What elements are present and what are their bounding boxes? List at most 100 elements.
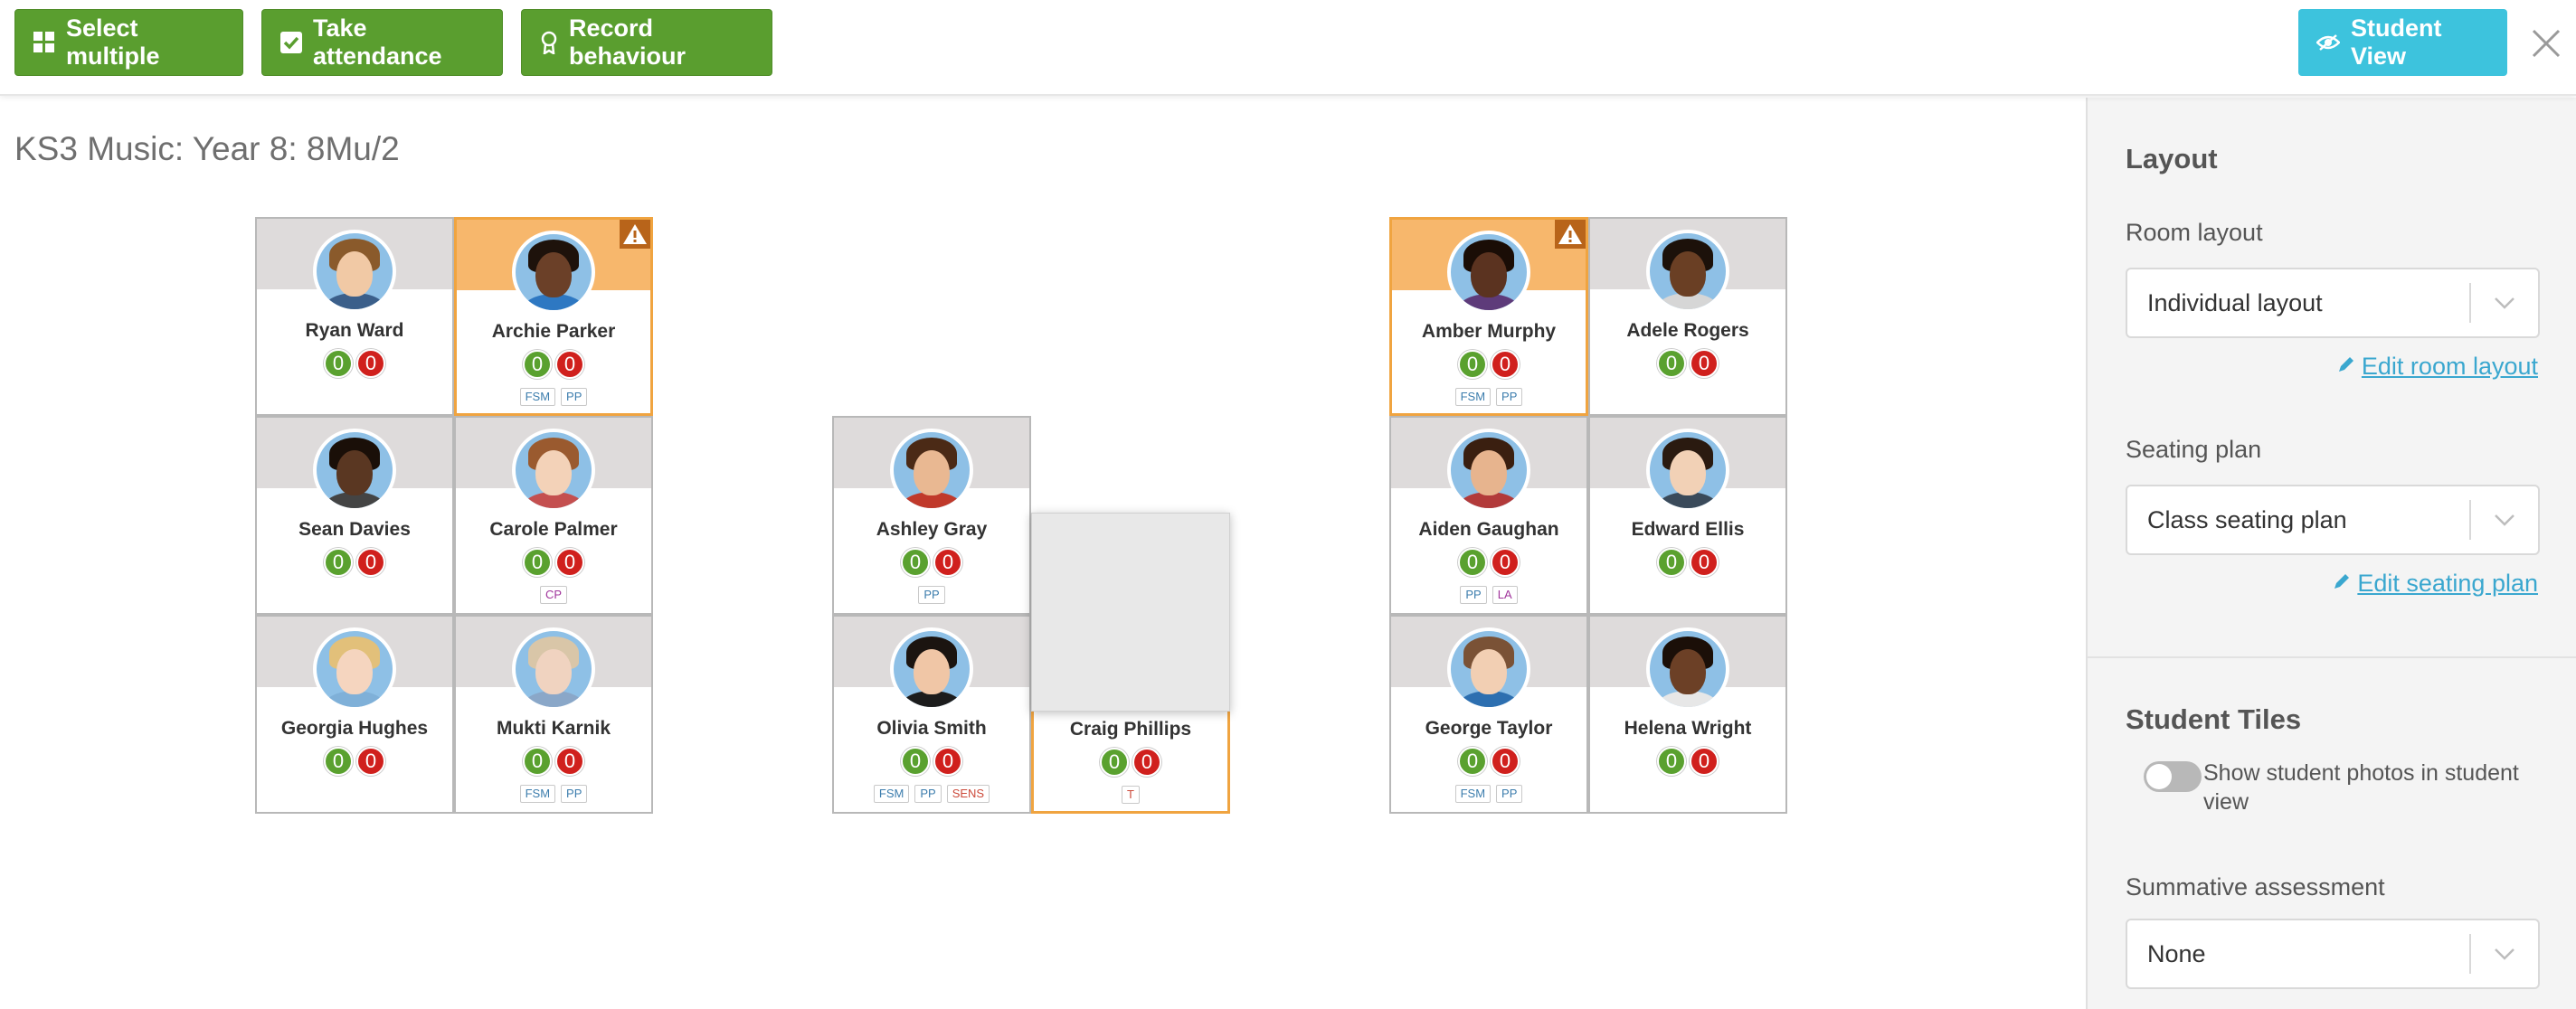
positive-points-badge: 0: [1458, 747, 1487, 776]
edit-room-layout-link[interactable]: Edit room layout: [2336, 353, 2538, 381]
behaviour-counts: 00: [1590, 349, 1785, 378]
behaviour-counts: 00: [1392, 350, 1586, 379]
show-photos-toggle[interactable]: [2144, 761, 2202, 792]
positive-points-badge: 0: [1657, 747, 1686, 776]
negative-points-badge: 0: [933, 548, 962, 577]
student-photo: [1646, 429, 1729, 512]
grid-icon: [33, 32, 55, 53]
select-multiple-button[interactable]: Select multiple: [14, 9, 243, 76]
student-name: Carole Palmer: [489, 519, 618, 540]
behaviour-counts: 00: [834, 548, 1029, 577]
positive-points-badge: 0: [1458, 548, 1487, 577]
student-tile[interactable]: Aiden Gaughan 0 0 PP LA: [1389, 416, 1588, 615]
student-tile[interactable]: Ryan Ward 0 0: [255, 217, 454, 416]
student-tags: FSM PP: [1391, 785, 1586, 803]
tag-badge: PP: [918, 586, 945, 604]
positive-points-badge: 0: [1458, 350, 1487, 379]
behaviour-counts: 00: [1590, 548, 1785, 577]
tag-badge: FSM: [1454, 785, 1492, 803]
student-view-button[interactable]: Student View: [2298, 9, 2507, 76]
student-tile[interactable]: Ashley Gray 0 0 PP: [832, 416, 1031, 615]
negative-points-badge: 0: [1690, 548, 1719, 577]
student-name: Adele Rogers: [1626, 320, 1749, 341]
eye-slash-icon: [2316, 33, 2340, 52]
student-name: Georgia Hughes: [280, 718, 429, 739]
behaviour-counts: 00: [457, 350, 650, 379]
negative-points-badge: 0: [1690, 349, 1719, 378]
summative-assessment-select[interactable]: None: [2126, 919, 2540, 989]
take-attendance-button[interactable]: Take attendance: [261, 9, 503, 76]
student-name: Ashley Gray: [876, 519, 988, 540]
student-tags: T: [1034, 786, 1227, 804]
positive-points-badge: 0: [523, 350, 552, 379]
student-tags: FSM PP: [456, 785, 651, 803]
student-name: Mukti Karnik: [496, 718, 611, 739]
chevron-down-icon: [2471, 297, 2538, 309]
student-tags: PP LA: [1391, 586, 1586, 604]
pencil-icon: [2336, 353, 2356, 381]
room-layout-value: Individual layout: [2147, 288, 2323, 316]
student-name: Craig Phillips: [1069, 719, 1192, 740]
empty-seat[interactable]: [1031, 513, 1230, 712]
behaviour-counts: 00: [1391, 747, 1586, 776]
student-tile[interactable]: Georgia Hughes 0 0: [255, 615, 454, 814]
student-tile[interactable]: Adele Rogers 0 0: [1588, 217, 1787, 416]
student-name: Ryan Ward: [305, 320, 404, 341]
student-tile[interactable]: Archie Parker 0 0 FSM PP: [454, 217, 653, 416]
negative-points-badge: 0: [1491, 350, 1520, 379]
select-multiple-label: Select multiple: [66, 14, 160, 70]
close-icon[interactable]: [2528, 22, 2564, 65]
student-name: Olivia Smith: [876, 718, 987, 739]
seating-plan-label: Seating plan: [2126, 436, 2262, 463]
edit-seating-plan-label: Edit seating plan: [2357, 570, 2538, 597]
student-tags: CP: [456, 586, 651, 604]
student-tile[interactable]: Helena Wright 0 0: [1588, 615, 1787, 814]
negative-points-badge: 0: [1491, 747, 1520, 776]
student-tile[interactable]: Carole Palmer 0 0 CP: [454, 416, 653, 615]
page-title: KS3 Music: Year 8: 8Mu/2: [14, 130, 400, 167]
show-photos-label: Show student photos in student view: [2203, 760, 2519, 815]
positive-points-badge: 0: [1657, 349, 1686, 378]
settings-panel: Layout Room layout Individual layout Edi…: [2086, 98, 2576, 1009]
positive-points-badge: 0: [1657, 548, 1686, 577]
positive-points-badge: 0: [901, 747, 930, 776]
student-photo: [512, 627, 595, 711]
room-layout-select[interactable]: Individual layout: [2126, 268, 2540, 338]
student-tile[interactable]: Mukti Karnik 0 0 FSM PP: [454, 615, 653, 814]
student-tiles-heading: Student Tiles: [2126, 703, 2302, 735]
behaviour-counts: 00: [1391, 548, 1586, 577]
chevron-down-icon: [2471, 948, 2538, 960]
behaviour-counts: 00: [1034, 748, 1227, 777]
checkbox-checked-icon: [280, 32, 302, 53]
negative-points-badge: 0: [933, 747, 962, 776]
record-behaviour-button[interactable]: Record behaviour: [521, 9, 772, 76]
student-tile[interactable]: George Taylor 0 0 FSM PP: [1389, 615, 1588, 814]
seating-plan-select[interactable]: Class seating plan: [2126, 485, 2540, 555]
student-photo: [1447, 231, 1530, 314]
student-tile[interactable]: Olivia Smith 0 0 FSM PP SENS: [832, 615, 1031, 814]
take-attendance-label: Take attendance: [313, 14, 442, 70]
negative-points-badge: 0: [1690, 747, 1719, 776]
behaviour-counts: 00: [257, 548, 452, 577]
student-name: Helena Wright: [1624, 718, 1752, 739]
student-tile[interactable]: Amber Murphy 0 0 FSM PP: [1389, 217, 1588, 416]
seating-plan-area: KS3 Music: Year 8: 8Mu/2 Ryan Ward 0 0 Arch…: [0, 98, 2086, 1009]
student-name: Edward Ellis: [1631, 519, 1745, 540]
award-icon: [540, 31, 558, 54]
tag-badge: FSM: [519, 388, 556, 406]
positive-points-badge: 0: [324, 548, 353, 577]
layout-heading: Layout: [2126, 143, 2218, 174]
summative-assessment-value: None: [2147, 939, 2206, 967]
warning-icon: [1555, 220, 1586, 249]
toggle-knob: [2146, 764, 2172, 789]
student-name: Sean Davies: [298, 519, 411, 540]
student-photo: [512, 429, 595, 512]
top-toolbar: Select multiple Take attendance Record b…: [0, 0, 2576, 96]
student-photo: [1646, 627, 1729, 711]
edit-seating-plan-link[interactable]: Edit seating plan: [2332, 570, 2538, 598]
student-tile[interactable]: Edward Ellis 0 0: [1588, 416, 1787, 615]
panel-divider: [2088, 656, 2576, 658]
student-tile[interactable]: Sean Davies 0 0: [255, 416, 454, 615]
tag-badge: T: [1122, 786, 1140, 804]
pencil-icon: [2332, 570, 2352, 598]
